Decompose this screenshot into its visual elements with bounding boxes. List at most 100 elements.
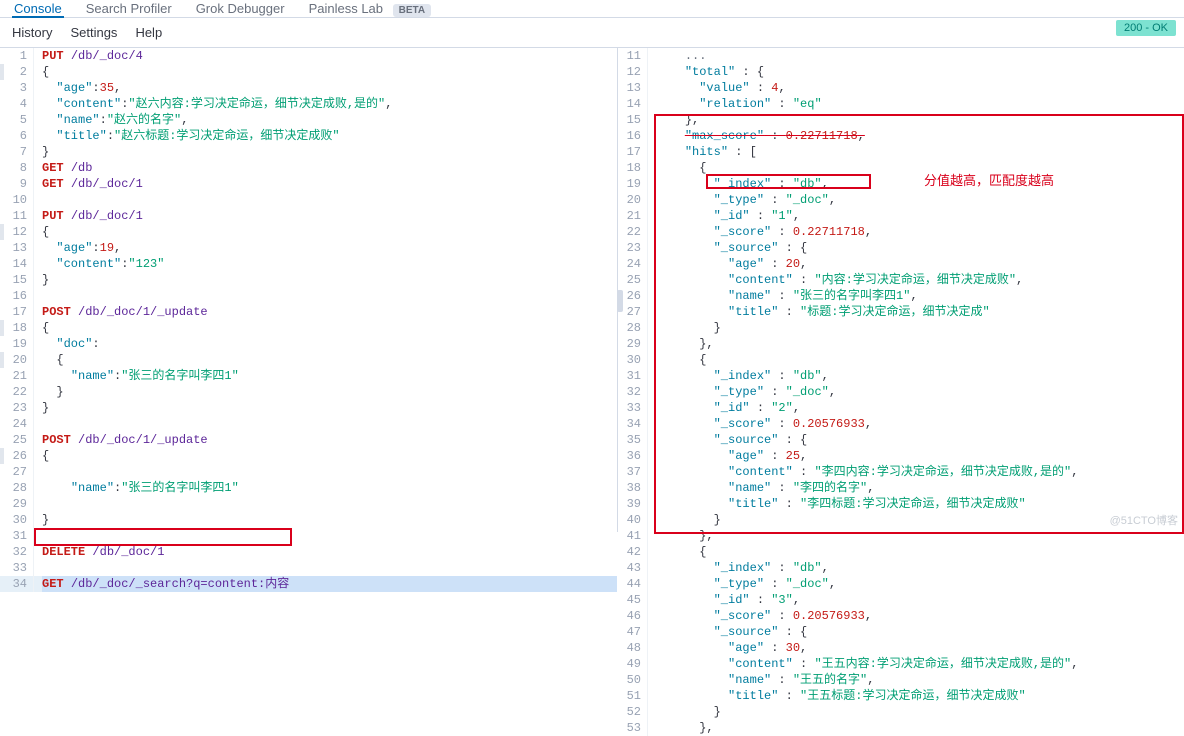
editor-line[interactable]: 3 "age":35, [0,80,617,96]
line-content[interactable]: { [42,352,617,368]
response-line: 21 "_id" : "1", [618,208,1184,224]
response-line: 36 "age" : 25, [618,448,1184,464]
editor-line[interactable]: 31 [0,528,617,544]
editor-line[interactable]: 11PUT /db/_doc/1 [0,208,617,224]
response-pane[interactable]: 11 ...12 "total" : {13 "value" : 4,14 "r… [618,48,1184,532]
line-number: 27 [4,464,34,480]
line-content: "relation" : "eq" [656,96,1184,112]
line-content[interactable]: GET /db [42,160,617,176]
line-content[interactable] [42,496,617,512]
line-content[interactable] [42,528,617,544]
editor-line[interactable]: 18{ [0,320,617,336]
editor-line[interactable]: 2{ [0,64,617,80]
editor-line[interactable]: 17POST /db/_doc/1/_update [0,304,617,320]
editor-line[interactable]: 5 "name":"赵六的名字", [0,112,617,128]
subbar: History Settings Help [0,18,1184,48]
line-content[interactable]: "title":"赵六标题:学习决定命运，细节决定成败" [42,128,617,144]
line-content[interactable] [42,560,617,576]
line-content: }, [656,336,1184,352]
tab-search-profiler[interactable]: Search Profiler [84,1,174,16]
line-content[interactable]: } [42,144,617,160]
line-content[interactable]: PUT /db/_doc/1 [42,208,617,224]
line-content: { [656,352,1184,368]
editor-line[interactable]: 29 [0,496,617,512]
editor-line[interactable]: 30} [0,512,617,528]
line-content[interactable]: { [42,224,617,240]
line-content: }, [656,112,1184,128]
line-content[interactable]: "age":19, [42,240,617,256]
line-content[interactable]: } [42,400,617,416]
request-editor[interactable]: 1PUT /db/_doc/42{3 "age":35,4 "content":… [0,48,617,592]
editor-line[interactable]: 27 [0,464,617,480]
line-content[interactable]: "content":"赵六内容:学习决定命运，细节决定成败,是的", [42,96,617,112]
line-content: "_type" : "_doc", [656,576,1184,592]
line-content: } [656,704,1184,720]
tab-console[interactable]: Console [12,1,64,18]
editor-line[interactable]: 21 "name":"张三的名字叫李四1" [0,368,617,384]
editor-line[interactable]: 6 "title":"赵六标题:学习决定命运，细节决定成败" [0,128,617,144]
editor-line[interactable]: 34GET /db/_doc/_search?q=content:内容 [0,576,617,592]
request-pane[interactable]: 1PUT /db/_doc/42{3 "age":35,4 "content":… [0,48,618,532]
pane-resize-handle[interactable] [617,290,623,312]
history-link[interactable]: History [12,25,52,40]
line-content[interactable]: { [42,448,617,464]
line-content[interactable] [42,192,617,208]
settings-link[interactable]: Settings [70,25,117,40]
line-number: 39 [618,496,648,512]
line-content[interactable] [42,416,617,432]
line-content[interactable]: } [42,384,617,400]
line-content[interactable]: } [42,512,617,528]
line-number: 32 [618,384,648,400]
editor-line[interactable]: 10 [0,192,617,208]
line-content[interactable]: "name":"张三的名字叫李四1" [42,368,617,384]
line-content[interactable]: GET /db/_doc/_search?q=content:内容 [42,576,617,592]
line-content[interactable]: "age":35, [42,80,617,96]
editor-line[interactable]: 9GET /db/_doc/1 [0,176,617,192]
line-content[interactable]: "name":"赵六的名字", [42,112,617,128]
tab-painless-lab[interactable]: Painless Lab BETA [307,1,434,16]
editor-line[interactable]: 4 "content":"赵六内容:学习决定命运，细节决定成败,是的", [0,96,617,112]
editor-line[interactable]: 25 POST /db/_doc/1/_update [0,432,617,448]
line-content[interactable]: { [42,320,617,336]
editor-line[interactable]: 20 { [0,352,617,368]
line-content[interactable]: POST /db/_doc/1/_update [42,304,617,320]
line-number: 50 [618,672,648,688]
line-content[interactable]: DELETE /db/_doc/1 [42,544,617,560]
line-content: { [656,544,1184,560]
line-number: 25 [4,432,34,448]
editor-line[interactable]: 7} [0,144,617,160]
line-content[interactable] [42,288,617,304]
line-content[interactable]: GET /db/_doc/1 [42,176,617,192]
editor-line[interactable]: 33 [0,560,617,576]
editor-line[interactable]: 32DELETE /db/_doc/1 [0,544,617,560]
editor-line[interactable]: 12{ [0,224,617,240]
line-content[interactable] [42,464,617,480]
line-content[interactable]: "name":"张三的名字叫李四1" [42,480,617,496]
editor-line[interactable]: 13 "age":19, [0,240,617,256]
editor-line[interactable]: 1PUT /db/_doc/4 [0,48,617,64]
editor-line[interactable]: 26{ [0,448,617,464]
editor-line[interactable]: 15} [0,272,617,288]
tab-grok-debugger[interactable]: Grok Debugger [194,1,287,16]
editor-line[interactable]: 19 "doc": [0,336,617,352]
help-link[interactable]: Help [135,25,162,40]
line-content[interactable]: "doc": [42,336,617,352]
tab-painless-label: Painless Lab [309,1,383,16]
editor-line[interactable]: 24 [0,416,617,432]
editor-line[interactable]: 14 "content":"123" [0,256,617,272]
response-line: 33 "_id" : "2", [618,400,1184,416]
editor-line[interactable]: 22 } [0,384,617,400]
line-content[interactable]: PUT /db/_doc/4 [42,48,617,64]
line-number: 46 [618,608,648,624]
line-content: "_score" : 0.22711718, [656,224,1184,240]
editor-line[interactable]: 28 "name":"张三的名字叫李四1" [0,480,617,496]
line-content[interactable]: } [42,272,617,288]
line-content: "content" : "李四内容:学习决定命运，细节决定成败,是的", [656,464,1184,480]
line-content[interactable]: POST /db/_doc/1/_update [42,432,617,448]
editor-line[interactable]: 16 [0,288,617,304]
line-content: "_index" : "db", [656,368,1184,384]
editor-line[interactable]: 23} [0,400,617,416]
line-content[interactable]: { [42,64,617,80]
line-content[interactable]: "content":"123" [42,256,617,272]
editor-line[interactable]: 8GET /db [0,160,617,176]
